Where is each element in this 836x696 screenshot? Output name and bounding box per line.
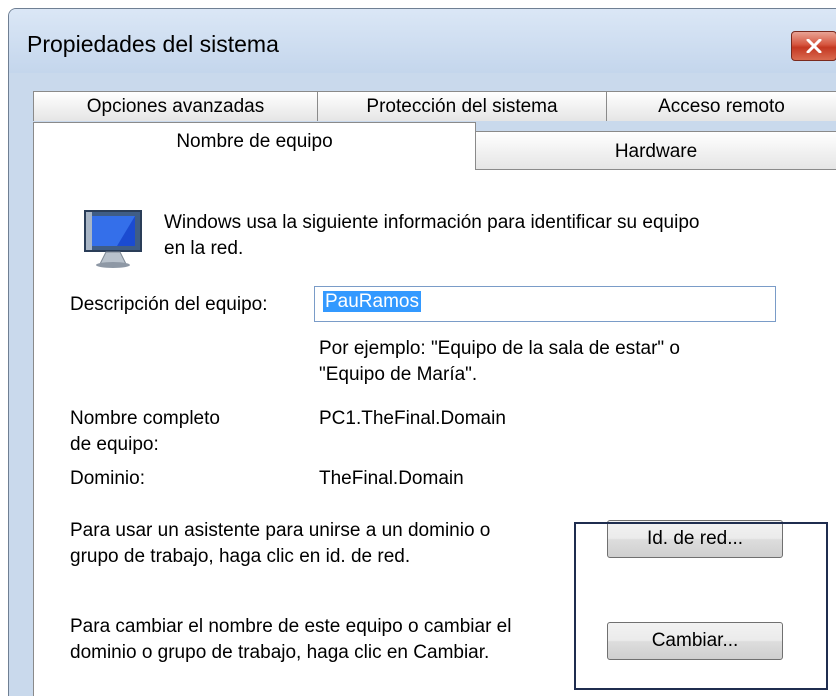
change-text-line-1: Para cambiar el nombre de este equipo o … xyxy=(70,616,512,637)
close-icon xyxy=(806,39,822,53)
tab-acceso-remoto[interactable]: Acceso remoto xyxy=(606,91,836,121)
example-text: Por ejemplo: "Equipo de la sala de estar… xyxy=(319,336,680,388)
computer-monitor-icon xyxy=(84,210,142,268)
example-line-2: "Equipo de María". xyxy=(319,364,478,385)
tab-proteccion-sistema[interactable]: Protección del sistema xyxy=(317,91,607,121)
domain-label: Dominio: xyxy=(70,468,145,489)
description-value: PauRamos xyxy=(323,291,421,312)
fullname-value: PC1.TheFinal.Domain xyxy=(319,408,506,429)
description-input[interactable]: PauRamos xyxy=(314,286,776,322)
change-button-label: Cambiar... xyxy=(651,630,739,651)
tab-label: Acceso remoto xyxy=(658,96,785,117)
computer-name-panel: Windows usa la siguiente información par… xyxy=(33,169,836,696)
tab-label: Nombre de equipo xyxy=(176,131,333,152)
tab-label: Opciones avanzadas xyxy=(86,96,265,117)
tab-label: Hardware xyxy=(614,141,698,162)
network-id-text: Para usar un asistente para unirse a un … xyxy=(70,518,490,570)
window-title: Propiedades del sistema xyxy=(27,31,279,57)
tab-opciones-avanzadas[interactable]: Opciones avanzadas xyxy=(33,91,318,121)
example-line-1: Por ejemplo: "Equipo de la sala de estar… xyxy=(319,338,680,359)
change-button[interactable]: Cambiar... xyxy=(607,622,783,660)
tab-hardware[interactable]: Hardware xyxy=(475,131,836,169)
tab-label: Protección del sistema xyxy=(366,96,558,117)
network-id-line-1: Para usar un asistente para unirse a un … xyxy=(70,520,491,541)
intro-line-1: Windows usa la siguiente información par… xyxy=(164,212,700,233)
intro-text: Windows usa la siguiente información par… xyxy=(164,210,699,262)
fullname-label-line-1: Nombre completo xyxy=(70,408,220,429)
description-label: Descripción del equipo: xyxy=(70,294,268,315)
domain-value: TheFinal.Domain xyxy=(319,468,464,489)
focus-highlight xyxy=(574,522,828,690)
fullname-label-line-2: de equipo: xyxy=(70,434,159,455)
intro-line-2: en la red. xyxy=(164,238,244,259)
tab-nombre-de-equipo[interactable]: Nombre de equipo xyxy=(33,122,476,170)
fullname-label: Nombre completo de equipo: xyxy=(70,406,220,458)
change-text: Para cambiar el nombre de este equipo o … xyxy=(70,614,511,666)
system-properties-window: Propiedades del sistema Opciones avanzad… xyxy=(8,8,836,696)
change-text-line-2: dominio o grupo de trabajo, haga clic en… xyxy=(70,642,490,663)
network-id-line-2: grupo de trabajo, haga clic en id. de re… xyxy=(70,546,411,567)
close-button[interactable] xyxy=(791,31,836,61)
title-bar[interactable]: Propiedades del sistema xyxy=(9,9,836,73)
